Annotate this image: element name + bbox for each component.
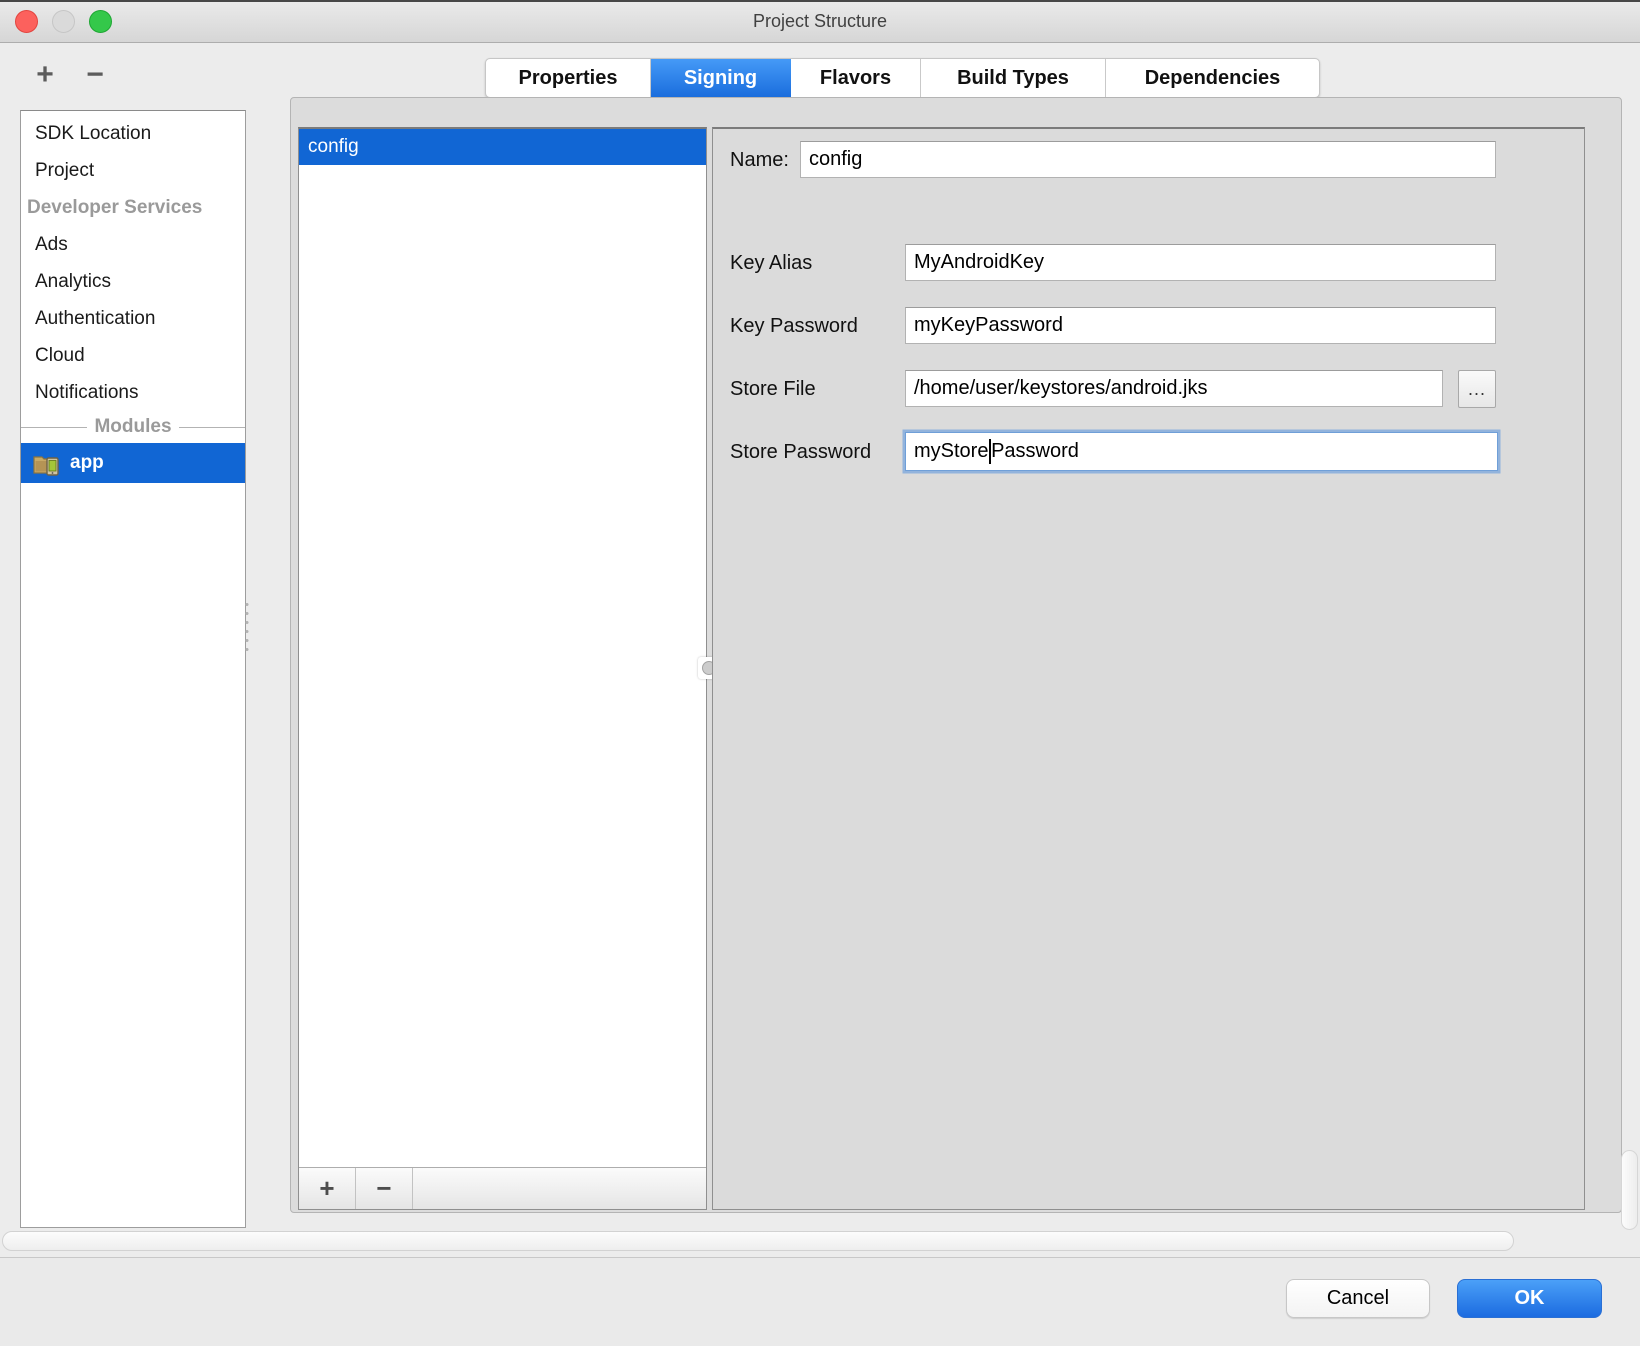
- separator-line: [21, 427, 87, 428]
- sidebar-add-button[interactable]: +: [28, 58, 62, 92]
- name-label: Name:: [730, 146, 789, 174]
- horizontal-scrollbar[interactable]: [2, 1231, 1514, 1251]
- key-alias-input[interactable]: [905, 244, 1496, 281]
- tab-build-types[interactable]: Build Types: [921, 59, 1106, 97]
- sidebar-modules-separator: Modules: [21, 411, 245, 443]
- toolbar-filler: [413, 1168, 706, 1209]
- titlebar: Project Structure: [0, 0, 1640, 43]
- store-password-value-before-caret: myStore: [914, 440, 988, 463]
- sidebar-remove-button[interactable]: −: [78, 58, 112, 92]
- key-password-label: Key Password: [730, 312, 858, 340]
- sidebar-item-app-label: app: [70, 443, 104, 483]
- cancel-button[interactable]: Cancel: [1286, 1279, 1430, 1318]
- sidebar-item-notifications[interactable]: Notifications: [21, 374, 245, 411]
- sidebar-panel: SDK Location Project Developer Services …: [20, 110, 246, 1228]
- sidebar-item-analytics[interactable]: Analytics: [21, 263, 245, 300]
- store-password-label: Store Password: [730, 438, 871, 466]
- footer: Cancel OK: [0, 1258, 1640, 1346]
- sidebar-item-cloud[interactable]: Cloud: [21, 337, 245, 374]
- config-add-button[interactable]: +: [299, 1168, 356, 1209]
- sidebar-item-app[interactable]: app: [21, 443, 245, 483]
- sidebar-item-ads[interactable]: Ads: [21, 226, 245, 263]
- name-input[interactable]: [800, 141, 1496, 178]
- vertical-scrollbar[interactable]: [1621, 1150, 1638, 1230]
- store-file-browse-button[interactable]: ...: [1458, 370, 1496, 408]
- key-password-input[interactable]: [905, 307, 1496, 344]
- config-remove-button[interactable]: −: [356, 1168, 413, 1209]
- tab-bar: Properties Signing Flavors Build Types D…: [485, 58, 1320, 98]
- sidebar-item-authentication[interactable]: Authentication: [21, 300, 245, 337]
- sidebar-item-sdk-location[interactable]: SDK Location: [21, 115, 245, 152]
- config-list-item[interactable]: config: [299, 129, 706, 165]
- signing-form-panel: [712, 127, 1585, 1210]
- signing-config-list: config + −: [298, 127, 707, 1210]
- store-password-input[interactable]: myStore Password: [905, 432, 1498, 471]
- ok-button[interactable]: OK: [1457, 1279, 1602, 1318]
- module-folder-icon: [33, 451, 61, 475]
- modules-header: Modules: [87, 416, 178, 438]
- tab-properties[interactable]: Properties: [486, 59, 651, 97]
- config-list-toolbar: + −: [299, 1167, 706, 1209]
- sidebar-item-project[interactable]: Project: [21, 152, 245, 189]
- window-title: Project Structure: [0, 0, 1640, 42]
- tab-flavors[interactable]: Flavors: [791, 59, 921, 97]
- key-alias-label: Key Alias: [730, 249, 812, 277]
- store-password-value-after-caret: Password: [991, 440, 1079, 463]
- separator-line: [179, 427, 245, 428]
- sidebar-resize-handle[interactable]: [243, 600, 251, 656]
- store-file-input[interactable]: [905, 370, 1443, 407]
- store-file-label: Store File: [730, 375, 816, 403]
- tab-signing[interactable]: Signing: [651, 59, 791, 97]
- tab-dependencies[interactable]: Dependencies: [1106, 59, 1319, 97]
- project-structure-dialog: Project Structure + − SDK Location Proje…: [0, 0, 1640, 1346]
- sidebar-group-developer-services: Developer Services: [21, 189, 245, 226]
